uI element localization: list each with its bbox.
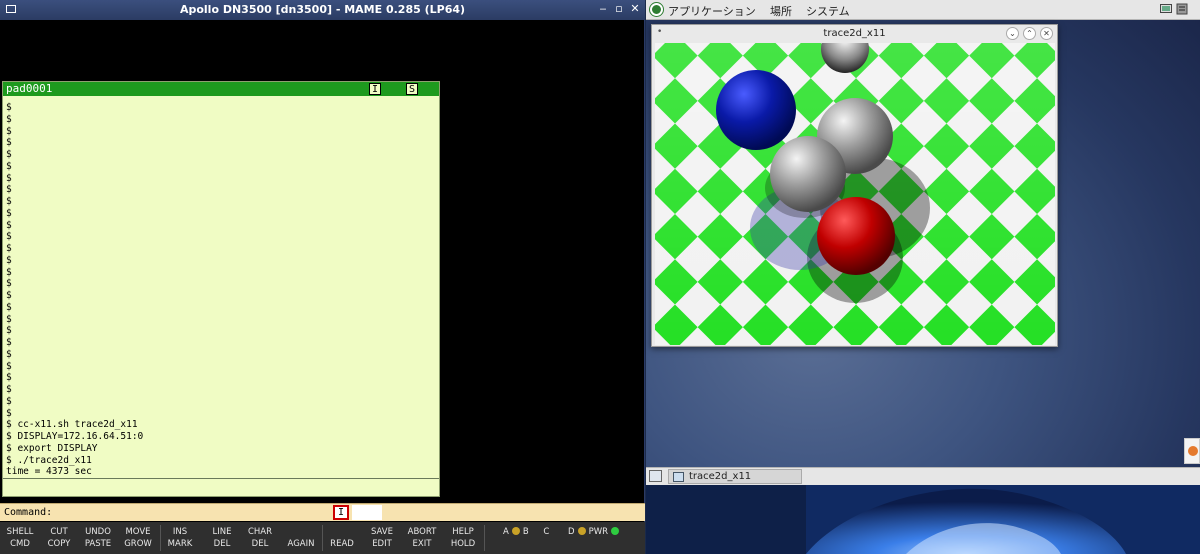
pad-line: $ bbox=[6, 266, 12, 278]
command-label: Command: bbox=[4, 507, 53, 518]
led-a-label: A bbox=[503, 527, 509, 537]
command-insert-flag[interactable]: I bbox=[333, 505, 349, 520]
mame-titlebar[interactable]: Apollo DN3500 [dn3500] - MAME 0.285 (LP6… bbox=[0, 0, 645, 20]
pad-line: $ bbox=[6, 160, 12, 172]
pad-line: $ bbox=[6, 372, 12, 384]
pad-line: $ bbox=[6, 219, 12, 231]
key-cut-copy[interactable]: CUT COPY bbox=[44, 526, 74, 550]
trace2d-titlebar[interactable]: • trace2d_x11 ⌄ ⌃ ✕ bbox=[652, 25, 1057, 43]
pad-line: $ bbox=[6, 231, 12, 243]
menu-system[interactable]: システム bbox=[806, 3, 850, 19]
network-tray-icon[interactable] bbox=[1176, 3, 1188, 15]
bottom-panel: trace2d_x11 bbox=[646, 467, 1200, 485]
pad-line: time = 4373 sec bbox=[6, 466, 92, 478]
pad-line: $ bbox=[6, 125, 12, 137]
key-undo-paste[interactable]: UNDO PASTE bbox=[82, 526, 114, 550]
close-icon[interactable]: ✕ bbox=[1040, 27, 1053, 40]
key-shell-cmd[interactable]: SHELL CMD bbox=[6, 526, 34, 550]
trace2d-title: trace2d_x11 bbox=[823, 28, 886, 39]
display-tray-icon[interactable] bbox=[1160, 3, 1172, 15]
taskbar-item-trace2d[interactable]: trace2d_x11 bbox=[668, 469, 802, 484]
key-again[interactable]: AGAIN bbox=[284, 538, 318, 550]
key-help-hold[interactable]: HELP HOLD bbox=[448, 526, 478, 550]
pad-line: $ bbox=[6, 254, 12, 266]
pad-line: $ bbox=[6, 337, 12, 348]
pad-line: $ bbox=[6, 360, 12, 372]
raytrace-scene-image bbox=[655, 43, 1055, 345]
pad-line: $ bbox=[6, 184, 12, 196]
close-button[interactable]: ✕ bbox=[628, 2, 642, 16]
shell-pad[interactable]: pad0001 I S $ $ $ $ $ $ $ $ $ $ $ $ $ $ $ $ $ $ $ $ $ $ $ $ $ $ $ $… bbox=[2, 81, 440, 497]
key-save-edit[interactable]: SAVE EDIT bbox=[367, 526, 397, 550]
raytrace-render bbox=[655, 43, 1055, 345]
menu-applications[interactable]: アプリケーション bbox=[668, 3, 756, 19]
taskbar-item-label: trace2d_x11 bbox=[689, 471, 752, 482]
led-d-label: D bbox=[568, 527, 575, 537]
menu-places[interactable]: 場所 bbox=[770, 3, 792, 19]
led-a bbox=[511, 527, 520, 535]
key-line-del[interactable]: LINE DEL bbox=[208, 526, 236, 550]
top-panel: アプリケーション 場所 システム bbox=[646, 0, 1200, 20]
led-c-label: C bbox=[543, 527, 550, 537]
key-read[interactable]: READ bbox=[328, 538, 356, 550]
minimize-icon[interactable]: ⌄ bbox=[1006, 27, 1019, 40]
pad-line: $ bbox=[6, 325, 12, 337]
pad-line: $ bbox=[6, 395, 12, 407]
led-pwr bbox=[611, 527, 619, 535]
key-ins-mark[interactable]: INS MARK bbox=[166, 526, 194, 550]
key-move-grow[interactable]: MOVE GROW bbox=[122, 526, 154, 550]
show-desktop-icon[interactable] bbox=[649, 470, 662, 482]
command-input[interactable] bbox=[352, 505, 382, 520]
led-b-label: B bbox=[522, 527, 529, 537]
pad-line: $ bbox=[6, 149, 12, 160]
pad-line: $ DISPLAY=172.16.64.51:0 bbox=[6, 431, 144, 442]
mame-window: Apollo DN3500 [dn3500] - MAME 0.285 (LP6… bbox=[0, 0, 645, 554]
pad-divider bbox=[3, 478, 439, 479]
pad-line: $ bbox=[6, 196, 12, 207]
maximize-button[interactable]: ▫ bbox=[612, 2, 626, 16]
pad-scroll-flag[interactable]: S bbox=[406, 83, 418, 95]
pad-line: $ bbox=[6, 102, 12, 113]
linux-desktop: アプリケーション 場所 システム • trace2d_x11 ⌄ ⌃ ✕ tra… bbox=[646, 0, 1200, 554]
pad-line: $ bbox=[6, 290, 12, 301]
pad-line: $ bbox=[6, 172, 12, 184]
led-d bbox=[577, 527, 586, 535]
window-icon bbox=[673, 472, 684, 482]
pad-line: $ bbox=[6, 301, 12, 313]
distro-logo-icon[interactable] bbox=[650, 3, 663, 16]
pad-line: $ bbox=[6, 384, 12, 395]
pad-line: $ bbox=[6, 137, 12, 149]
host-wallpaper bbox=[646, 485, 1200, 554]
notification-icon bbox=[1188, 446, 1198, 456]
led-pwr-label: PWR bbox=[588, 527, 608, 537]
pad-line: $ bbox=[6, 348, 12, 360]
notification-stub[interactable] bbox=[1184, 438, 1200, 464]
pad-line: $ bbox=[6, 207, 12, 219]
status-leds: A B C D PWR bbox=[503, 527, 622, 537]
key-abort-exit[interactable]: ABORT EXIT bbox=[404, 526, 440, 550]
mame-window-title: Apollo DN3500 [dn3500] - MAME 0.285 (LP6… bbox=[179, 3, 466, 16]
pad-line: $ bbox=[6, 243, 12, 254]
pad-line: $ bbox=[6, 113, 12, 125]
trace2d-window[interactable]: • trace2d_x11 ⌄ ⌃ ✕ bbox=[651, 24, 1058, 347]
pad-line: $ ./trace2d_x11 bbox=[6, 454, 92, 466]
pad-title: pad0001 bbox=[6, 82, 53, 95]
pad-line: $ bbox=[6, 313, 12, 325]
maximize-icon[interactable]: ⌃ bbox=[1023, 27, 1036, 40]
pad-line: $ cc-x11.sh trace2d_x11 bbox=[6, 419, 138, 431]
function-key-bar: SHELL CMD CUT COPY UNDO PASTE MOVE GROW INS M… bbox=[0, 522, 645, 554]
pad-line: $ bbox=[6, 407, 12, 419]
command-line[interactable]: Command: I bbox=[0, 503, 645, 521]
pad-line: $ bbox=[6, 278, 12, 290]
pad-line: $ export DISPLAY bbox=[6, 442, 98, 454]
minimize-button[interactable]: ‒ bbox=[596, 2, 610, 16]
pad-titlebar[interactable]: pad0001 I S bbox=[3, 82, 439, 96]
pad-insert-flag[interactable]: I bbox=[369, 83, 381, 95]
key-char-del[interactable]: CHAR DEL bbox=[246, 526, 274, 550]
pad-transcript: $ $ $ $ $ $ $ $ $ $ $ $ $ $ $ $ $ $ $ $ $ $ $ $ $ $ $ $ cc-x11.sh t… bbox=[6, 102, 143, 478]
